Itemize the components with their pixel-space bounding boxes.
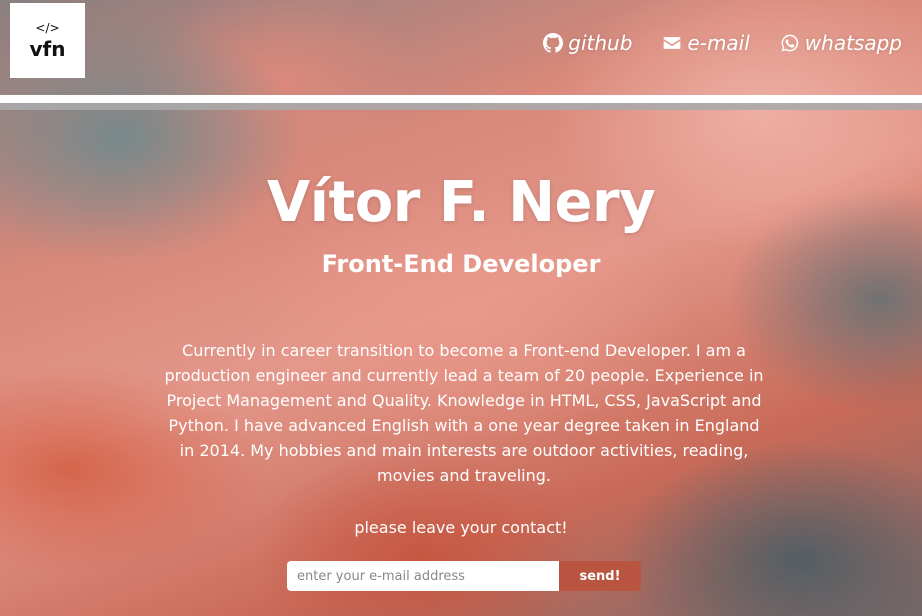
whatsapp-icon	[781, 34, 799, 52]
logo[interactable]: </> vfn	[10, 3, 85, 78]
github-icon	[543, 33, 564, 53]
logo-text: vfn	[29, 36, 66, 61]
send-button[interactable]: send!	[559, 561, 641, 591]
job-title: Front-End Developer	[321, 250, 601, 278]
page-title: Vítor F. Nery	[266, 170, 656, 235]
logo-code-symbol: </>	[35, 20, 60, 35]
header-divider	[0, 95, 922, 103]
nav-link-github[interactable]: github	[543, 31, 632, 55]
header-divider-shadow	[0, 103, 922, 110]
contact-form: send!	[287, 561, 641, 591]
bio-paragraph: Currently in career transition to become…	[164, 341, 764, 485]
email-input[interactable]	[287, 561, 559, 591]
nav-link-email[interactable]: e-mail	[662, 31, 750, 55]
envelope-icon	[664, 37, 681, 49]
top-nav: github e-mail whatsapp	[543, 31, 902, 55]
nav-label-email: e-mail	[687, 31, 750, 55]
nav-label-github: github	[568, 31, 633, 55]
contact-prompt: please leave your contact!	[354, 518, 568, 537]
nav-link-whatsapp[interactable]: whatsapp	[780, 31, 902, 55]
nav-label-whatsapp: whatsapp	[804, 31, 902, 55]
